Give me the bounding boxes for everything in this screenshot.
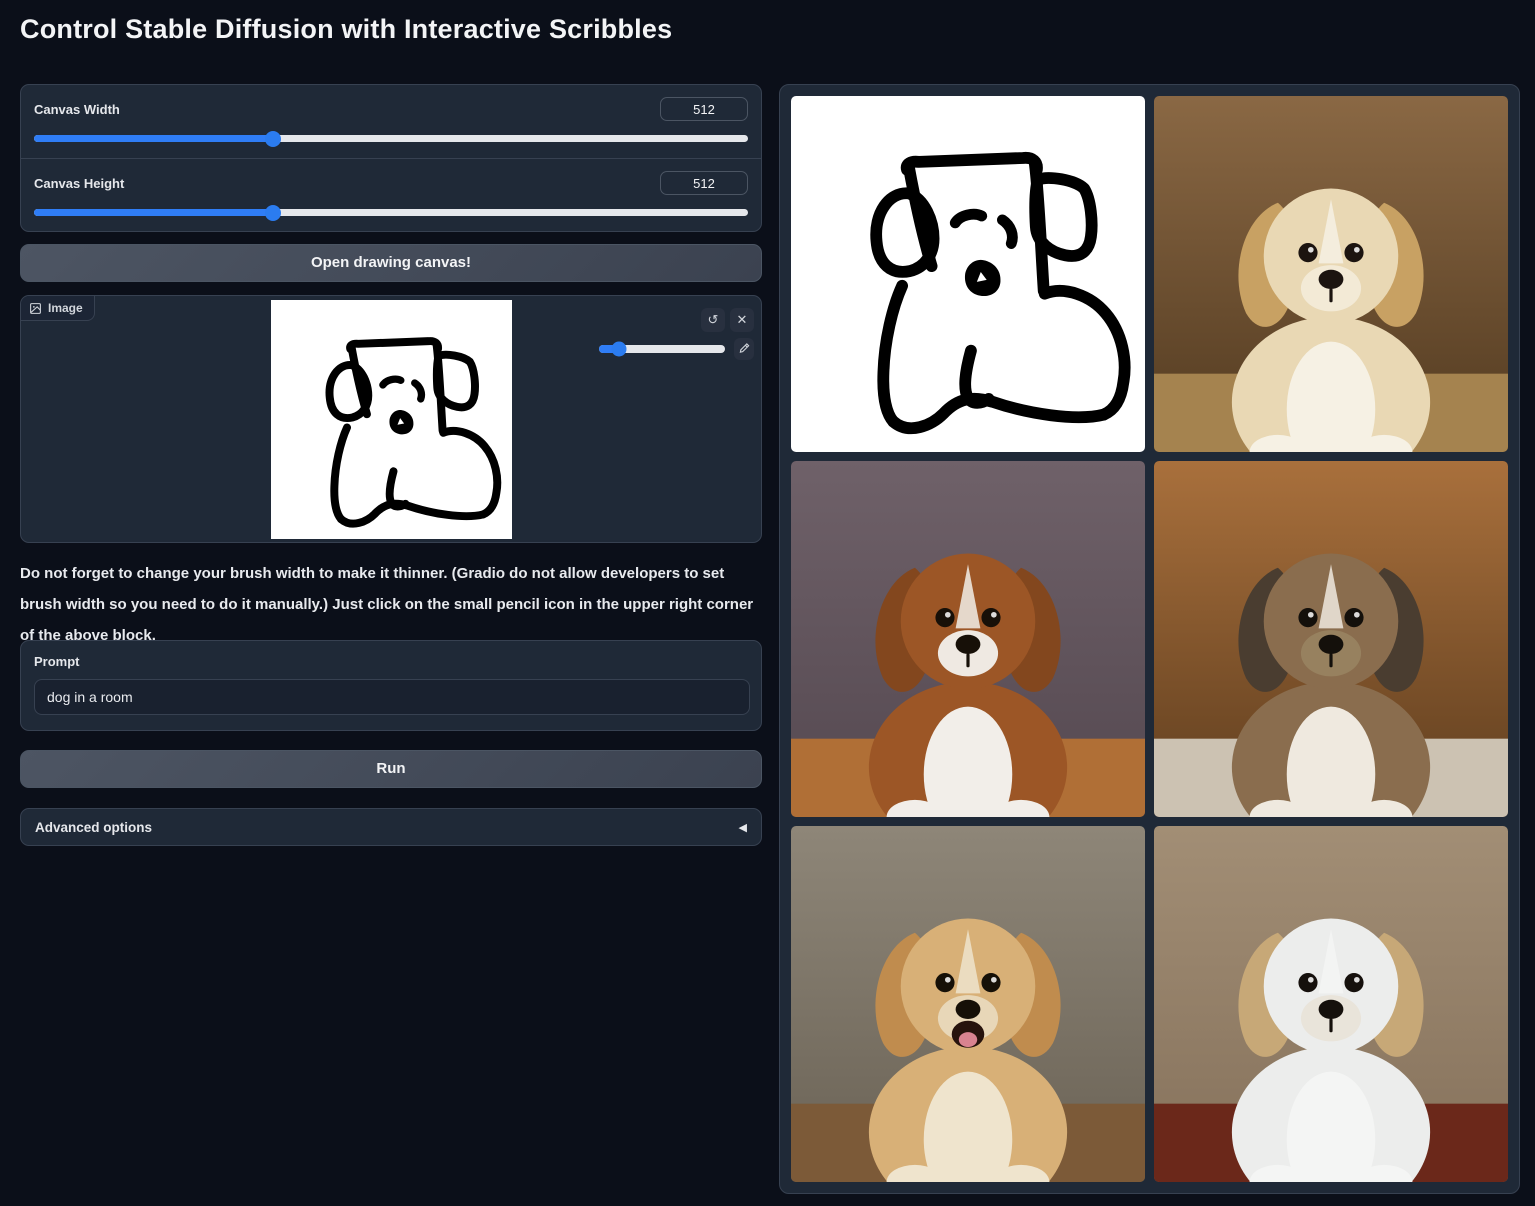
brush-size-slider[interactable] [599, 345, 725, 353]
undo-icon: ↺ [708, 312, 719, 327]
pencil-icon [739, 342, 750, 354]
canvas-width-value-input[interactable] [660, 97, 748, 121]
page-title: Control Stable Diffusion with Interactiv… [20, 14, 672, 45]
advanced-options-label: Advanced options [35, 820, 152, 835]
image-component-label: Image [21, 296, 95, 321]
canvas-size-panel: Canvas Width Canvas Height [20, 84, 762, 232]
advanced-options-accordion[interactable]: Advanced options ◀ [20, 808, 762, 846]
canvas-width-slider[interactable] [34, 135, 748, 142]
open-drawing-canvas-button[interactable]: Open drawing canvas! [20, 244, 762, 282]
prompt-panel: Prompt [20, 640, 762, 731]
brush-pencil-button[interactable] [734, 338, 754, 360]
result-gallery [779, 84, 1520, 1194]
canvas-height-label: Canvas Height [34, 176, 124, 191]
image-icon [29, 302, 42, 315]
canvas-width-row: Canvas Width [21, 85, 761, 158]
canvas-height-slider-handle[interactable] [265, 205, 281, 221]
prompt-input[interactable] [34, 679, 750, 715]
app-window: Control Stable Diffusion with Interactiv… [0, 0, 1535, 1206]
undo-button[interactable]: ↺ [701, 308, 725, 332]
chevron-left-icon: ◀ [739, 821, 747, 834]
brush-size-slider-handle[interactable] [612, 342, 627, 357]
canvas-height-row: Canvas Height [21, 158, 761, 231]
brush-width-note: Do not forget to change your brush width… [20, 558, 762, 651]
run-button[interactable]: Run [20, 750, 762, 788]
gallery-item-generated-dog-4[interactable] [791, 826, 1145, 1182]
canvas-width-slider-handle[interactable] [265, 131, 281, 147]
drawing-canvas[interactable] [271, 300, 512, 539]
dog-scribble-thumbnail [791, 96, 1145, 452]
close-icon: ✕ [737, 312, 748, 327]
gallery-item-generated-dog-3[interactable] [1154, 461, 1508, 817]
dog-scribble-drawing [271, 300, 512, 539]
canvas-height-slider-fill [34, 209, 273, 216]
canvas-height-value-input[interactable] [660, 171, 748, 195]
image-editor-block: Image ↺ ✕ [20, 295, 762, 543]
canvas-width-slider-fill [34, 135, 273, 142]
brush-size-controls [599, 338, 754, 360]
canvas-height-slider[interactable] [34, 209, 748, 216]
prompt-label: Prompt [34, 654, 748, 669]
gallery-item-scribble-input[interactable] [791, 96, 1145, 452]
gallery-item-generated-dog-1[interactable] [1154, 96, 1508, 452]
clear-image-button[interactable]: ✕ [730, 308, 754, 332]
gallery-item-generated-dog-5[interactable] [1154, 826, 1508, 1182]
gallery-item-generated-dog-2[interactable] [791, 461, 1145, 817]
canvas-width-label: Canvas Width [34, 102, 120, 117]
